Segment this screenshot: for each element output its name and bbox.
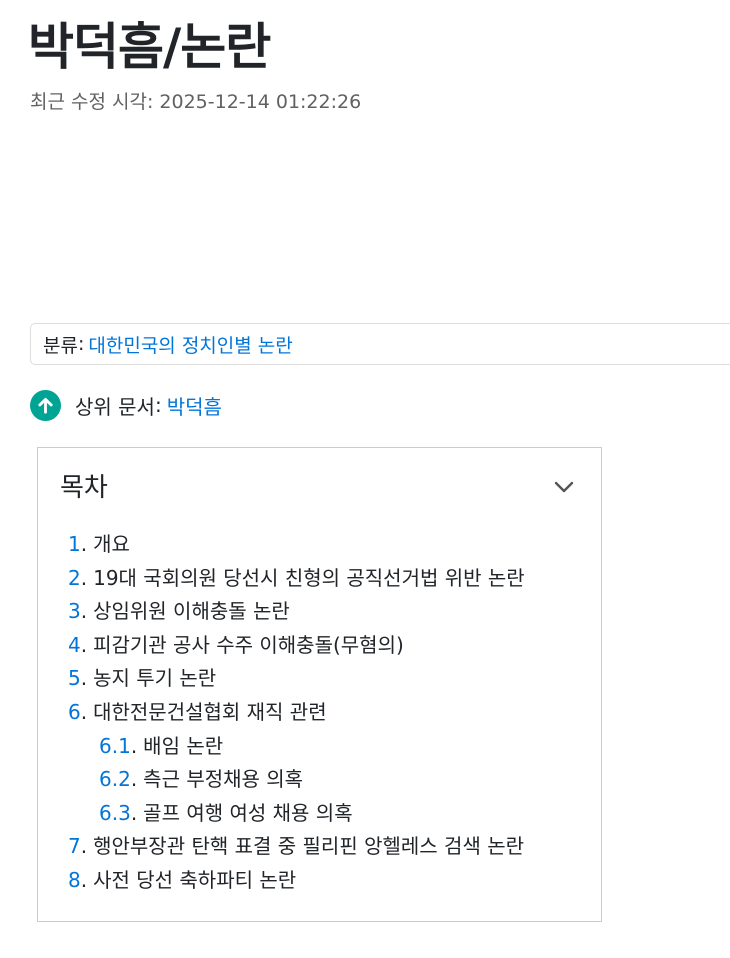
toc-item-text: 골프 여행 여성 채용 의혹 bbox=[143, 800, 353, 825]
toc-toggle-button[interactable] bbox=[551, 476, 577, 498]
category-box: 분류 : 대한민국의 정치인별 논란 bbox=[30, 323, 730, 365]
toc-item-text: 19대 국회의원 당선시 친형의 공직선거법 위반 논란 bbox=[93, 565, 525, 590]
toc-item-text: 개요 bbox=[93, 532, 130, 556]
toc-item: 6. 대한전문건설협회 재직 관련 bbox=[68, 699, 327, 724]
toc-item-text: 피감기관 공사 수주 이해충돌(무혐의) bbox=[93, 632, 404, 657]
toc-item-text: 측근 부정채용 의혹 bbox=[143, 767, 304, 792]
toc-item-text: 대한전문건설협회 재직 관련 bbox=[93, 699, 327, 724]
toc-item-number-link[interactable]: 4 bbox=[68, 633, 81, 657]
chevron-down-icon bbox=[554, 481, 574, 493]
category-link[interactable]: 대한민국의 정치인별 논란 bbox=[88, 331, 292, 358]
table-of-contents: 목차 1. 개요 2. 19대 국회의원 당선시 친형의 공직선거법 위반 논란 3… bbox=[37, 447, 602, 922]
toc-item-text: 상임위원 이해충돌 논란 bbox=[93, 599, 290, 624]
toc-item-number-link[interactable]: 5 bbox=[68, 666, 81, 690]
parent-document-separator: : bbox=[154, 393, 162, 417]
toc-item-number-link[interactable]: 6.3 bbox=[99, 801, 131, 825]
category-separator: : bbox=[77, 333, 85, 355]
parent-document: 상위 문서 : 박덕흠 bbox=[30, 389, 222, 421]
toc-item: 7. 행안부장관 탄핵 표결 중 필리핀 앙헬레스 검색 논란 bbox=[68, 834, 524, 859]
toc-item-number-link[interactable]: 2 bbox=[68, 566, 81, 590]
toc-item-text: 사전 당선 축하파티 논란 bbox=[93, 867, 297, 892]
toc-item-text: 행안부장관 탄핵 표결 중 필리핀 앙헬레스 검색 논란 bbox=[93, 834, 524, 859]
toc-item-number-link[interactable]: 1 bbox=[68, 532, 81, 556]
page-title: 박덕흠/논란 bbox=[28, 18, 271, 76]
category-label: 분류 bbox=[43, 334, 78, 357]
toc-item: 4. 피감기관 공사 수주 이해충돌(무혐의) bbox=[68, 632, 404, 657]
parent-document-link[interactable]: 박덕흠 bbox=[167, 391, 222, 420]
arrow-up-circle-icon bbox=[30, 389, 61, 421]
toc-item-number-link[interactable]: 3 bbox=[68, 599, 81, 623]
toc-item: 8. 사전 당선 축하파티 논란 bbox=[68, 867, 297, 892]
toc-list: 1. 개요 2. 19대 국회의원 당선시 친형의 공직선거법 위반 논란 3. 상임… bbox=[68, 528, 525, 898]
toc-item-text: 배임 논란 bbox=[143, 733, 224, 758]
toc-item-number-link[interactable]: 8 bbox=[68, 868, 81, 892]
toc-subitem: 6.3. 골프 여행 여성 채용 의혹 bbox=[99, 800, 353, 825]
toc-subitem: 6.2. 측근 부정채용 의혹 bbox=[99, 767, 304, 792]
toc-title: 목차 bbox=[60, 473, 108, 503]
last-modified-timestamp: 최근 수정 시각: 2025-12-14 01:22:26 bbox=[30, 91, 362, 113]
toc-item-text: 농지 투기 논란 bbox=[93, 666, 217, 691]
toc-item: 2. 19대 국회의원 당선시 친형의 공직선거법 위반 논란 bbox=[68, 565, 525, 590]
toc-item-number-link[interactable]: 6.2 bbox=[99, 767, 131, 791]
toc-item-number-link[interactable]: 6 bbox=[68, 700, 81, 724]
toc-item: 3. 상임위원 이해충돌 논란 bbox=[68, 599, 290, 624]
toc-subitem: 6.1. 배임 논란 bbox=[99, 733, 224, 758]
toc-item: 5. 농지 투기 논란 bbox=[68, 666, 217, 691]
parent-document-label: 상위 문서 bbox=[75, 394, 155, 419]
toc-item-number-link[interactable]: 6.1 bbox=[99, 734, 131, 758]
toc-item-number-link[interactable]: 7 bbox=[68, 834, 81, 858]
toc-item: 1. 개요 bbox=[68, 532, 130, 556]
